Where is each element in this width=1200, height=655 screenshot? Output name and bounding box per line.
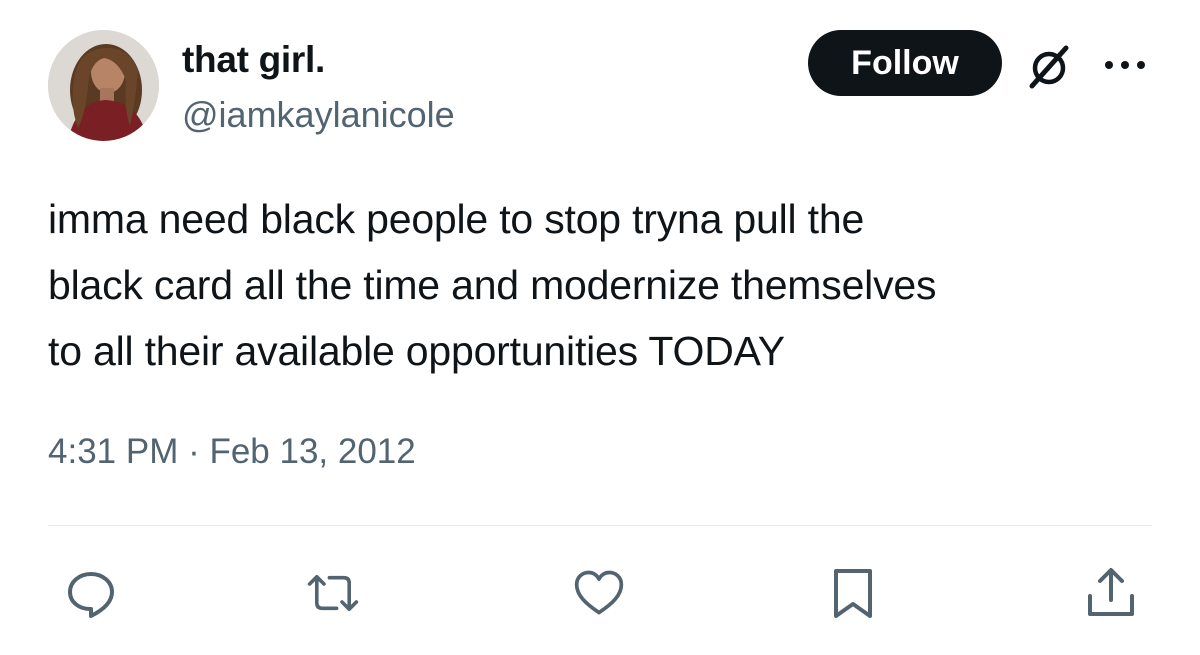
reply-icon[interactable] xyxy=(64,566,118,620)
bookmark-icon[interactable] xyxy=(826,566,880,620)
tweet-card: that girl. @iamkaylanicole Follow imma n… xyxy=(0,0,1200,655)
more-icon[interactable] xyxy=(1100,52,1150,78)
display-name[interactable]: that girl. xyxy=(182,38,325,82)
avatar-image xyxy=(48,30,159,141)
tweet-text: imma need black people to stop tryna pul… xyxy=(48,196,937,374)
tweet-timestamp[interactable]: 4:31 PM · Feb 13, 2012 xyxy=(48,430,416,474)
share-icon[interactable] xyxy=(1084,566,1138,620)
user-handle[interactable]: @iamkaylanicole xyxy=(182,93,455,137)
avatar[interactable] xyxy=(48,30,159,141)
grok-icon[interactable] xyxy=(1024,42,1074,92)
retweet-icon[interactable] xyxy=(306,566,360,620)
like-icon[interactable] xyxy=(572,566,626,620)
follow-button[interactable]: Follow xyxy=(808,30,1002,96)
divider xyxy=(48,525,1152,526)
